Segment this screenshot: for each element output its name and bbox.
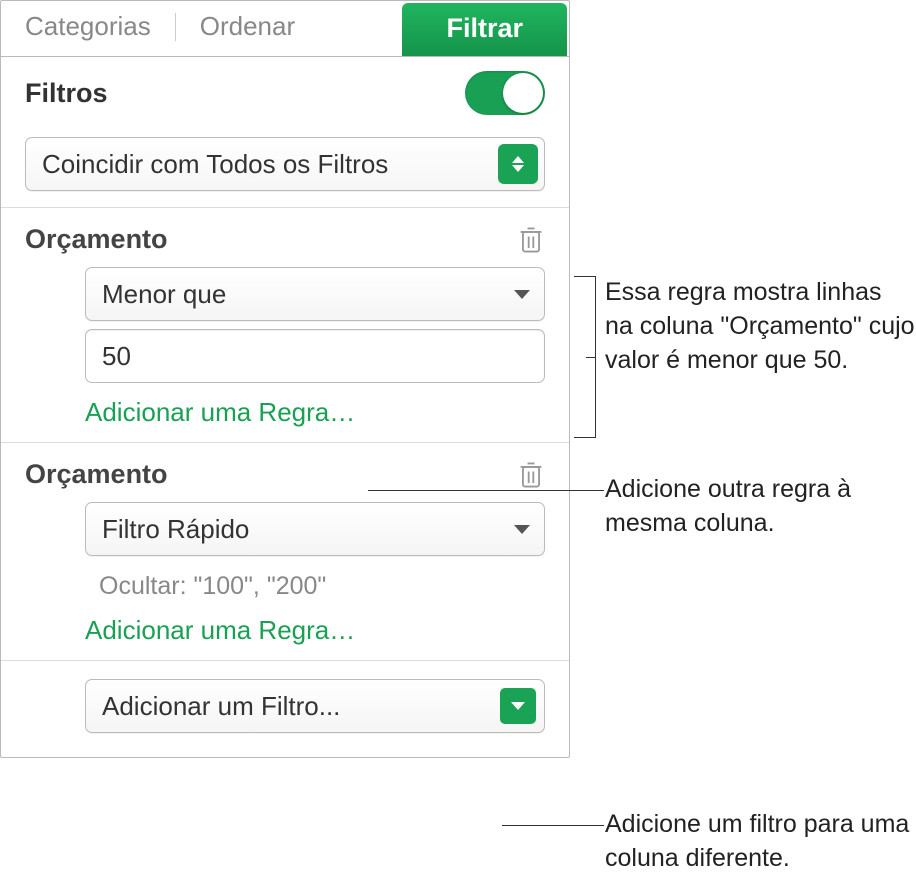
rule-type-label: Menor que <box>86 279 514 310</box>
callout-text: Adicione outra regra à mesma coluna. <box>605 473 915 541</box>
tab-filter[interactable]: Filtrar <box>402 3 567 56</box>
group-title: Orçamento <box>25 459 168 490</box>
callout-text: Essa regra mostra linhas na coluna "Orça… <box>605 276 915 377</box>
add-rule-button[interactable]: Adicionar uma Regra… <box>85 615 545 646</box>
tab-sort[interactable]: Ordenar <box>176 1 319 56</box>
callout-leader <box>368 490 604 491</box>
rule-type-label: Filtro Rápido <box>86 514 514 545</box>
toggle-knob <box>503 73 543 113</box>
updown-caret-icon <box>498 144 538 184</box>
filters-section: Filtros Coincidir com Todos os Filtros <box>1 57 569 207</box>
filter-panel: Categorias Ordenar Filtrar Filtros Coinc… <box>0 0 570 758</box>
add-filter-select[interactable]: Adicionar um Filtro... <box>85 679 545 733</box>
group-title: Orçamento <box>25 224 168 255</box>
add-rule-button[interactable]: Adicionar uma Regra… <box>85 397 545 428</box>
tab-categories[interactable]: Categorias <box>1 1 175 56</box>
panel-tabs: Categorias Ordenar Filtrar <box>1 1 569 57</box>
match-mode-select[interactable]: Coincidir com Todos os Filtros <box>25 137 545 191</box>
trash-icon[interactable] <box>517 460 545 490</box>
rule-value-input[interactable] <box>102 341 528 372</box>
rule-type-select[interactable]: Filtro Rápido <box>85 502 545 556</box>
add-filter-label: Adicionar um Filtro... <box>86 691 500 722</box>
chevron-down-icon <box>514 290 530 299</box>
rule-value-field[interactable] <box>85 329 545 383</box>
chevron-down-icon <box>514 525 530 534</box>
trash-icon[interactable] <box>517 225 545 255</box>
rule-type-select[interactable]: Menor que <box>85 267 545 321</box>
match-mode-label: Coincidir com Todos os Filtros <box>26 149 498 180</box>
callout-bracket <box>574 276 596 438</box>
filters-title: Filtros <box>25 78 108 109</box>
filter-group: Orçamento Filtro Rápido Ocultar: "100", … <box>1 443 569 660</box>
callout-text: Adicione um filtro para uma coluna difer… <box>605 808 915 876</box>
filters-toggle[interactable] <box>465 71 545 115</box>
hide-values-label: Ocultar: "100", "200" <box>99 572 545 601</box>
filter-group: Orçamento Menor que Adicionar uma Regra… <box>1 208 569 442</box>
callout-leader <box>502 825 604 826</box>
chevron-down-icon <box>500 688 536 724</box>
